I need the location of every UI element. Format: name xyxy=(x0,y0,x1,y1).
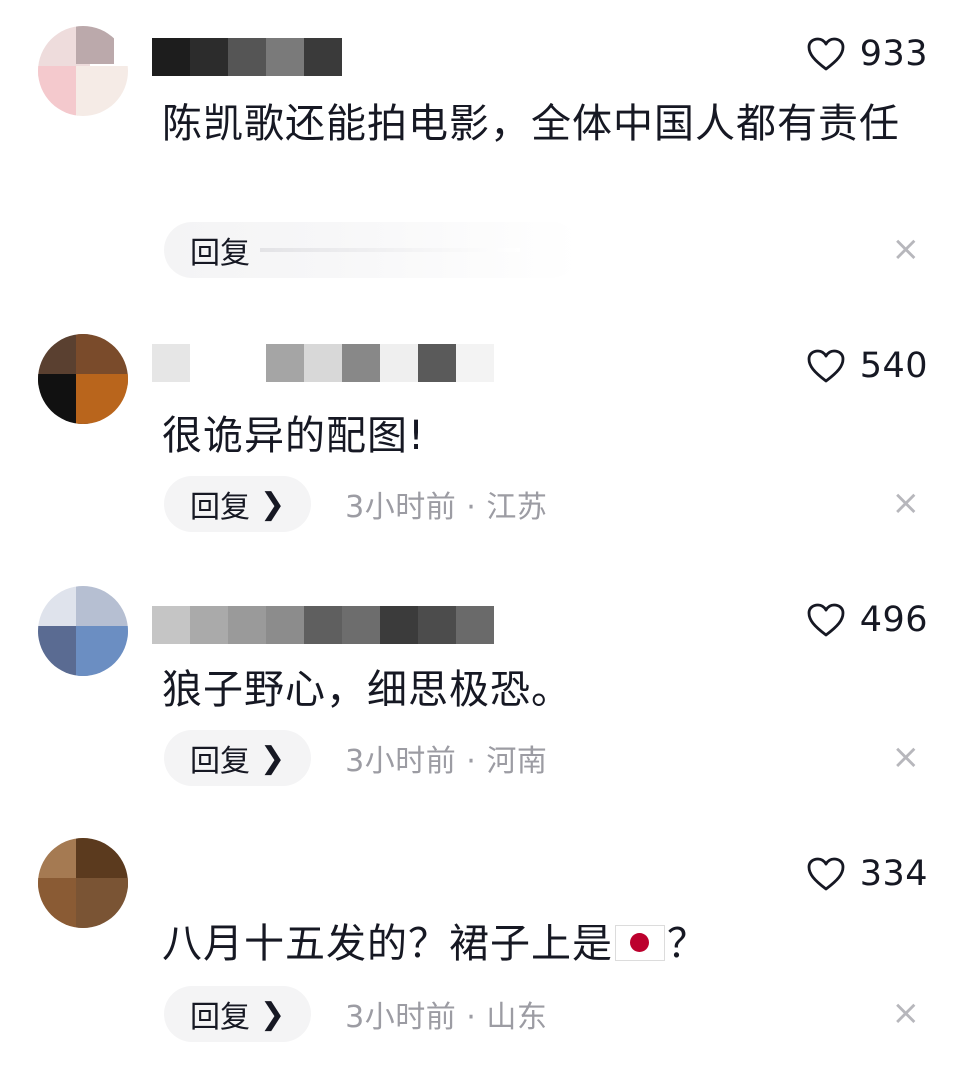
like-count: 540 xyxy=(859,346,928,386)
close-icon[interactable]: × xyxy=(892,996,921,1030)
reply-button[interactable]: 回复 xyxy=(164,222,580,278)
comment-text: 狼子野心，细思极恐。 xyxy=(162,667,572,713)
heart-outline-icon xyxy=(807,37,845,71)
close-icon[interactable]: × xyxy=(892,740,921,774)
comment-meta: 3小时前 · 江苏 xyxy=(345,490,548,525)
username-censored[interactable] xyxy=(152,38,342,76)
close-icon[interactable]: × xyxy=(892,232,921,266)
reply-label: 回复 xyxy=(190,236,250,271)
comment-text-part: 八月十五发的？裙子上是 xyxy=(162,921,613,967)
username-censored[interactable] xyxy=(152,344,494,382)
comment-text-part: ？ xyxy=(667,921,708,967)
like-button[interactable]: 933 xyxy=(806,34,928,74)
japan-flag-emoji xyxy=(615,925,665,961)
like-button[interactable]: 334 xyxy=(806,854,928,894)
reply-button[interactable]: 回复 ❯ xyxy=(164,476,312,532)
comment-meta: 3小时前 · 河南 xyxy=(345,744,548,779)
avatar[interactable] xyxy=(38,26,128,116)
reply-button[interactable]: 回复 ❯ xyxy=(164,730,312,786)
chevron-right-icon: ❯ xyxy=(260,486,286,522)
like-count: 334 xyxy=(859,854,928,894)
chevron-right-icon: ❯ xyxy=(260,996,286,1032)
comment-meta: 3小时前 · 山东 xyxy=(345,1000,548,1035)
like-count: 496 xyxy=(859,600,928,640)
avatar[interactable] xyxy=(38,838,128,928)
close-icon[interactable]: × xyxy=(892,486,921,520)
comment-text: 陈凯歌还能拍电影，全体中国人都有责任 xyxy=(162,101,900,147)
heart-outline-icon xyxy=(807,857,845,891)
username-censored[interactable] xyxy=(152,606,494,644)
heart-outline-icon xyxy=(807,349,845,383)
comment-text: 八月十五发的？裙子上是 ？ xyxy=(162,916,922,972)
like-button[interactable]: 540 xyxy=(806,346,928,386)
comment-text: 很诡异的配图! xyxy=(162,413,426,459)
heart-outline-icon xyxy=(807,603,845,637)
like-count: 933 xyxy=(859,34,928,74)
avatar[interactable] xyxy=(38,334,128,424)
reply-button[interactable]: 回复 ❯ xyxy=(164,986,312,1042)
reply-label: 回复 xyxy=(190,744,250,779)
chevron-right-icon: ❯ xyxy=(260,740,286,776)
reply-label: 回复 xyxy=(190,1000,250,1035)
reply-label: 回复 xyxy=(190,490,250,525)
avatar[interactable] xyxy=(38,586,128,676)
like-button[interactable]: 496 xyxy=(806,600,928,640)
